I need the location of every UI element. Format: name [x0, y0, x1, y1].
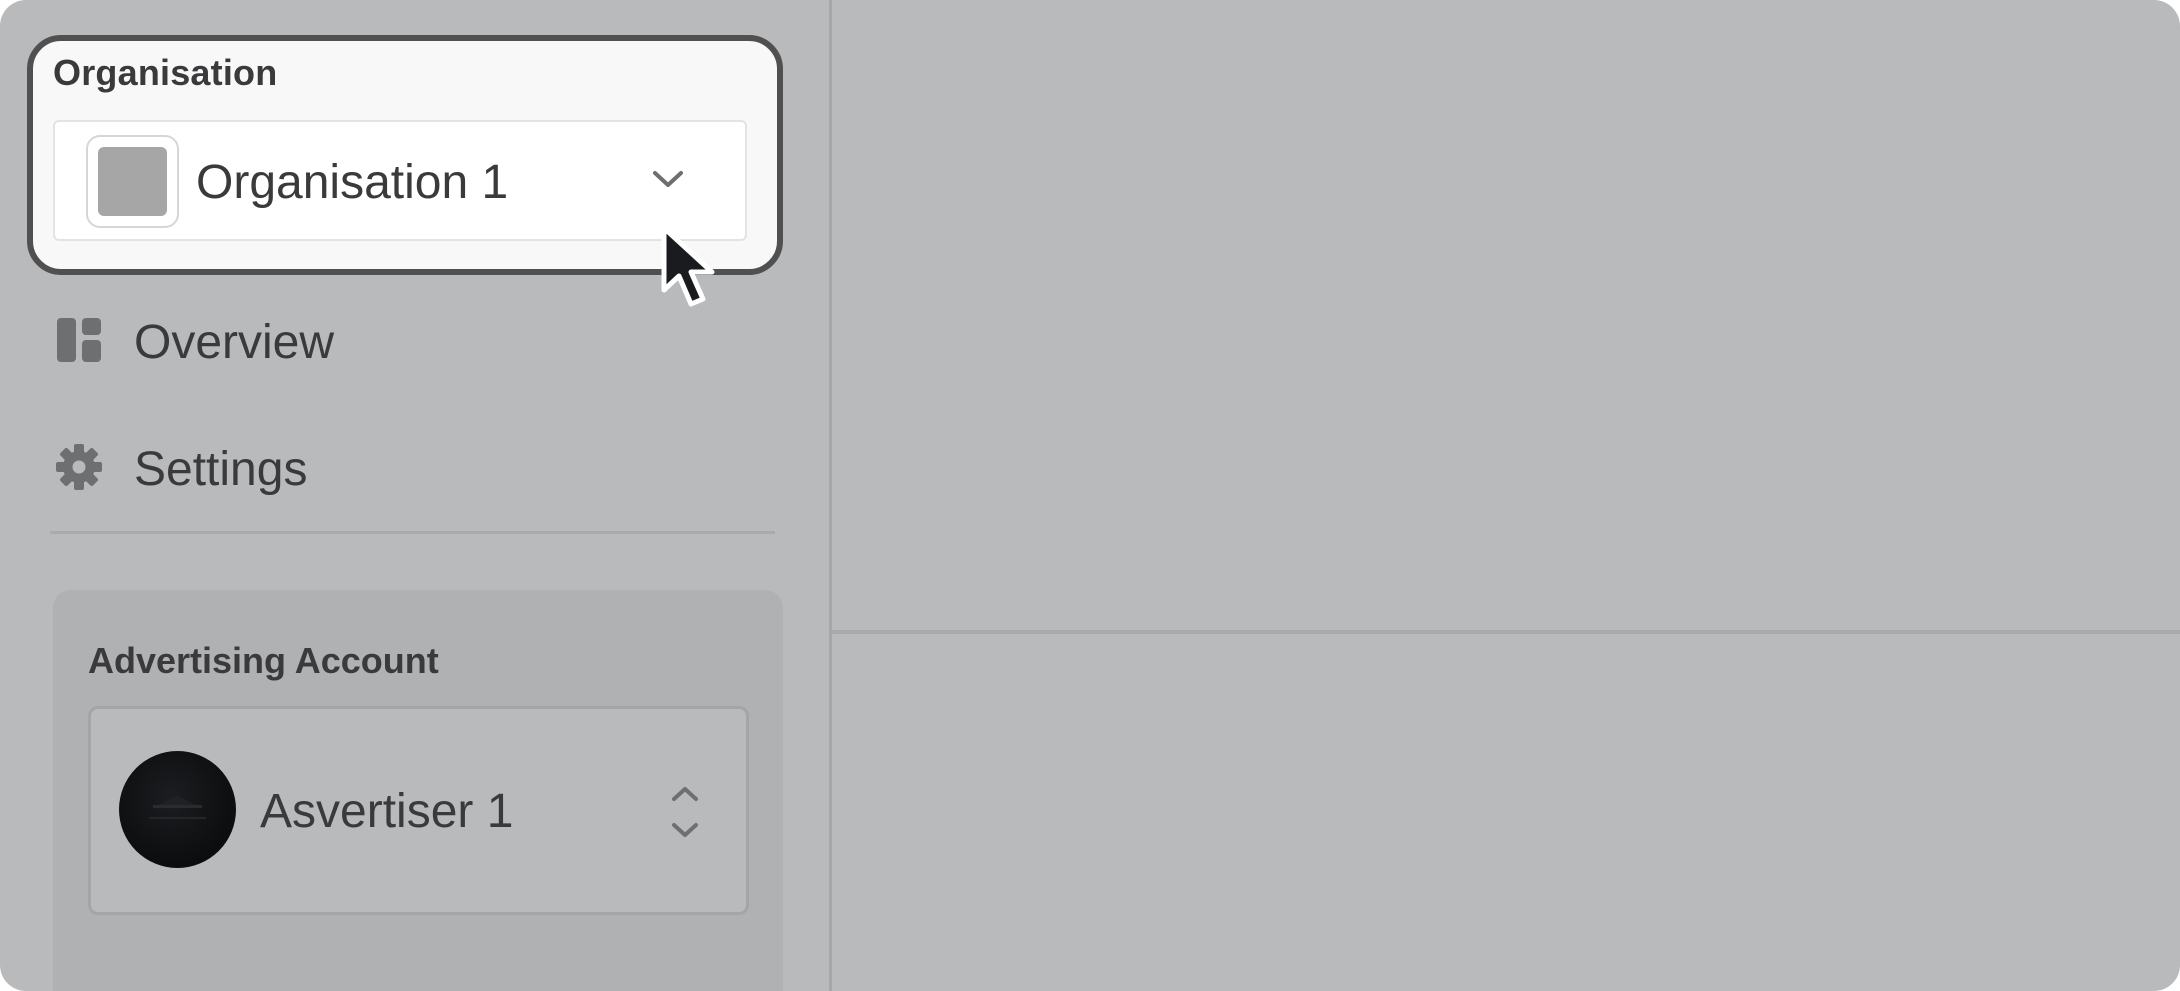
nav-item-settings[interactable]: Settings: [55, 438, 775, 498]
nav-item-label: Overview: [134, 316, 335, 369]
gear-icon: [56, 444, 102, 490]
nav-item-overview[interactable]: Overview: [55, 311, 775, 371]
advertiser-avatar: [119, 751, 236, 868]
content-divider: [832, 630, 2180, 634]
advertiser-logo-icon: [149, 795, 206, 819]
organisation-selected-value[interactable]: Organisation 1: [196, 155, 508, 210]
chevron-up-down-icon[interactable]: [668, 782, 702, 842]
sidebar: Organisation Organisation 1 Overview Set…: [0, 0, 832, 991]
organisation-label: Organisation: [53, 52, 278, 93]
advertising-account-label: Advertising Account: [88, 640, 439, 681]
organisation-avatar-placeholder: [98, 147, 167, 216]
sidebar-divider: [50, 531, 775, 534]
dashboard-icon: [57, 318, 101, 362]
advertising-account-selected-value[interactable]: Asvertiser 1: [260, 784, 513, 839]
organisation-avatar: [86, 135, 179, 228]
app-window: Organisation Organisation 1 Overview Set…: [0, 0, 2180, 991]
nav-item-label: Settings: [134, 443, 308, 496]
mouse-cursor-icon: [661, 225, 715, 307]
chevron-down-icon[interactable]: [651, 168, 685, 190]
